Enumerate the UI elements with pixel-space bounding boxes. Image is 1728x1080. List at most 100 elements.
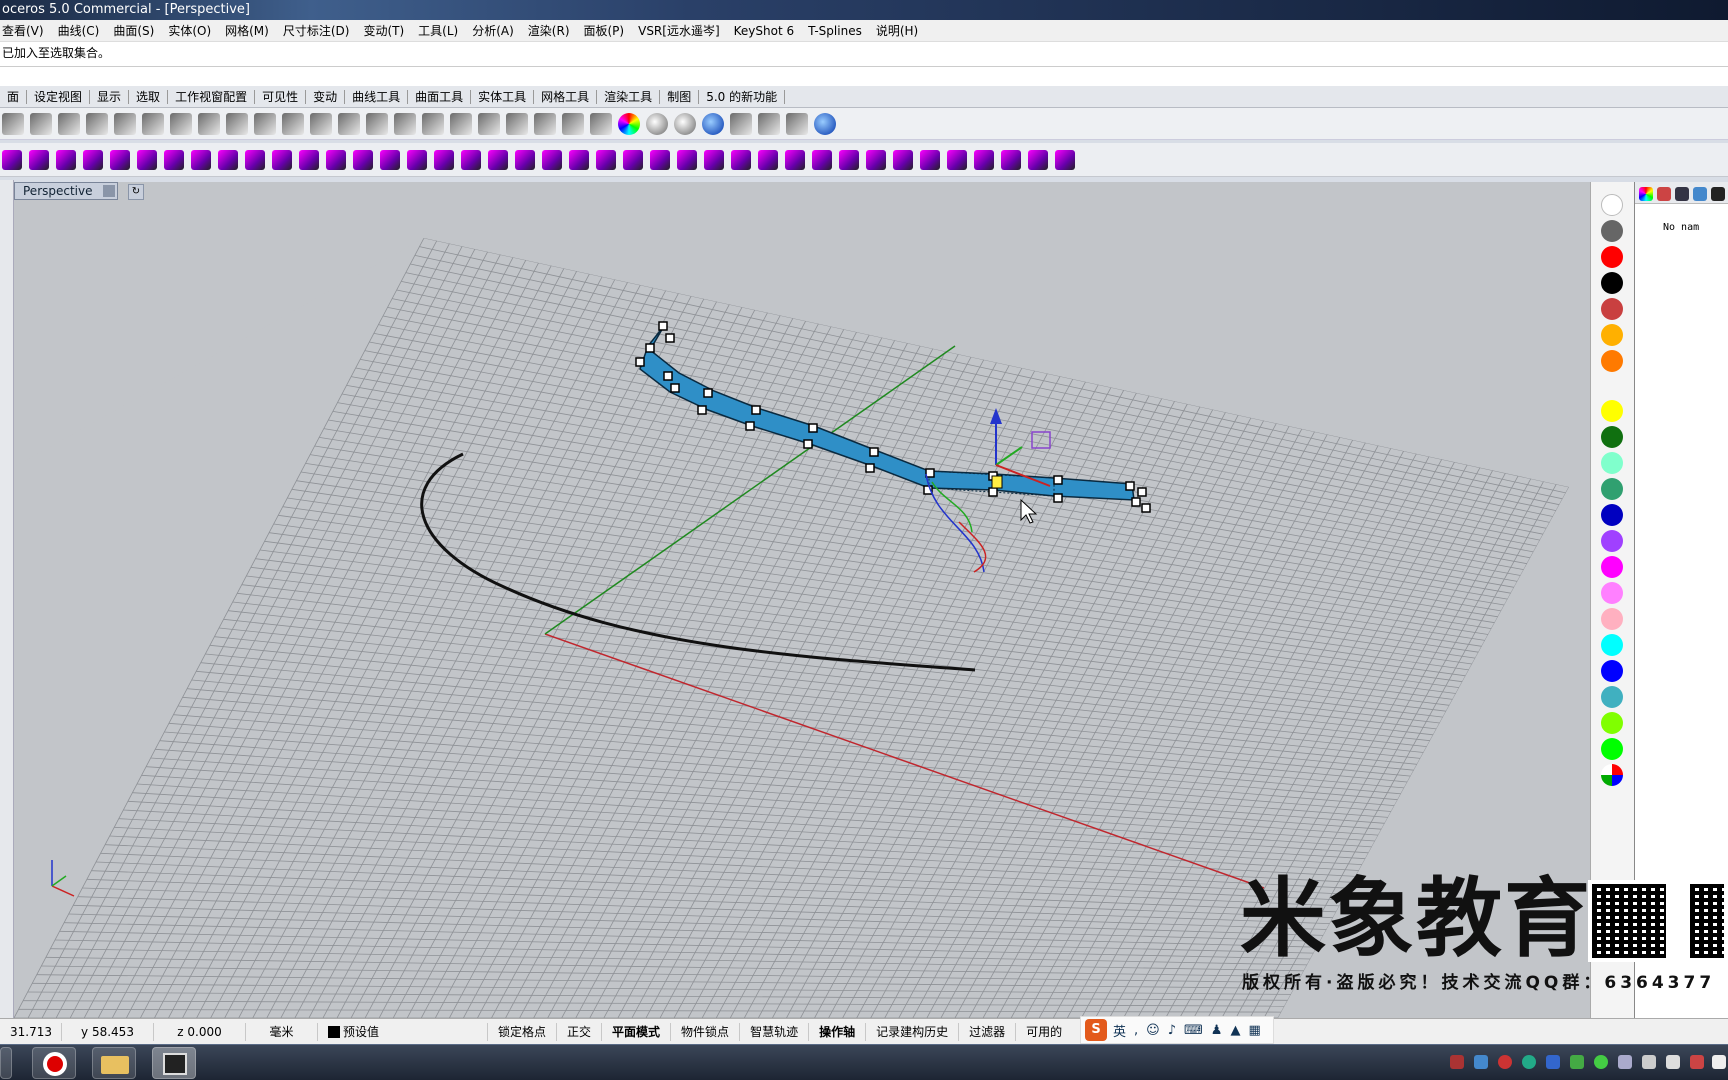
match-tool-icon[interactable] — [434, 149, 454, 170]
layer-row[interactable]: No nam — [1663, 222, 1699, 233]
tab-select[interactable]: 选取 — [129, 89, 169, 104]
tab-drafting[interactable]: 制图 — [660, 89, 700, 104]
arch-tool-icon[interactable] — [218, 149, 238, 170]
blend-tool-icon[interactable] — [407, 149, 427, 170]
panel-tool-icon[interactable] — [515, 149, 535, 170]
material-icon[interactable] — [590, 112, 612, 135]
options-gear-icon[interactable] — [758, 112, 780, 135]
pointer-icon[interactable] — [730, 112, 752, 135]
solid-box-icon[interactable] — [1028, 149, 1048, 170]
color-swatch[interactable] — [1601, 582, 1623, 604]
blue-sphere-icon[interactable] — [702, 112, 724, 135]
loft-tool-icon[interactable] — [110, 149, 130, 170]
show-icon[interactable] — [506, 112, 528, 135]
menu-item-panels[interactable]: 面板(P) — [584, 22, 625, 39]
four-viewports-icon[interactable] — [394, 112, 416, 135]
color-swatch[interactable] — [1601, 712, 1623, 734]
color-swatch[interactable] — [1601, 246, 1623, 268]
toggle-osnap[interactable]: 物件锁点 — [671, 1022, 741, 1041]
toggle-filter[interactable]: 过滤器 — [959, 1022, 1017, 1041]
user-icon[interactable]: ♟ — [1211, 1023, 1223, 1038]
record-app-icon[interactable] — [32, 1047, 76, 1079]
color-swatch[interactable] — [1601, 194, 1623, 216]
sweep2-tool-icon[interactable] — [191, 149, 211, 170]
copy-icon[interactable] — [114, 112, 136, 135]
gear-tool-icon[interactable] — [1055, 149, 1075, 170]
rendered-sphere-icon[interactable] — [674, 112, 696, 135]
zoom-dynamic-icon[interactable] — [282, 112, 304, 135]
tray-icon-1[interactable] — [1450, 1055, 1464, 1069]
viewport-menu-arrow-icon[interactable] — [102, 185, 115, 197]
rotate-view-icon[interactable] — [226, 112, 248, 135]
tab-set-view[interactable]: 设定视图 — [27, 89, 91, 104]
rhino-app-icon[interactable] — [152, 1047, 196, 1079]
undo-view-icon[interactable] — [366, 112, 388, 135]
gumball-icon[interactable] — [758, 149, 778, 170]
tab-surface-tools[interactable]: 曲面工具 — [408, 89, 472, 104]
rotate-tool-icon[interactable] — [839, 149, 859, 170]
cut-icon[interactable] — [86, 112, 108, 135]
grid-tool-icon[interactable] — [488, 149, 508, 170]
light-icon[interactable] — [534, 112, 556, 135]
toggle-record-history[interactable]: 记录建构历史 — [866, 1022, 960, 1041]
toggle-gumball[interactable]: 操作轴 — [809, 1022, 867, 1041]
viewport-options-icon[interactable]: ↻ — [128, 184, 144, 200]
surface-tool-icon[interactable] — [2, 149, 22, 170]
menu-item-dimension[interactable]: 尺寸标注(D) — [283, 22, 350, 39]
tab-display[interactable]: 显示 — [90, 89, 130, 104]
color-swatch[interactable] — [1601, 452, 1623, 474]
color-swatch[interactable] — [1601, 400, 1623, 422]
network-icon[interactable] — [1642, 1055, 1656, 1069]
menu-item-view[interactable]: 查看(V) — [2, 22, 44, 39]
hide-icon[interactable] — [478, 112, 500, 135]
color-swatch[interactable] — [1601, 660, 1623, 682]
unroll-tool-icon[interactable] — [920, 149, 940, 170]
tray-icon-6[interactable] — [1570, 1055, 1584, 1069]
edge-tool-icon[interactable] — [542, 149, 562, 170]
fillet-tool-icon[interactable] — [245, 149, 265, 170]
paste-icon[interactable] — [142, 112, 164, 135]
display-icon[interactable] — [1675, 187, 1689, 201]
color-wheel-icon[interactable] — [1639, 187, 1653, 201]
color-swatch[interactable] — [1601, 220, 1623, 242]
tab-curve-tools[interactable]: 曲线工具 — [345, 89, 409, 104]
tray-icon-8[interactable] — [1618, 1055, 1632, 1069]
new-file-icon[interactable] — [2, 112, 24, 135]
tab-viewport-layout[interactable]: 工作视窗配置 — [168, 89, 256, 104]
flow-tool-icon[interactable] — [569, 149, 589, 170]
color-swatch[interactable] — [1601, 530, 1623, 552]
volume-icon[interactable] — [1712, 1055, 1726, 1069]
explode-tool-icon[interactable] — [1001, 149, 1021, 170]
cage-tool-icon[interactable] — [704, 149, 724, 170]
eye-icon[interactable] — [450, 112, 472, 135]
color-swatch[interactable] — [1601, 298, 1623, 320]
emoji-icon[interactable]: ☺ — [1146, 1023, 1160, 1038]
menu-item-help[interactable]: 说明(H) — [876, 22, 918, 39]
extrude-tool-icon[interactable] — [83, 149, 103, 170]
zoom-window-icon[interactable] — [254, 112, 276, 135]
help-icon[interactable] — [814, 112, 836, 135]
toggle-smarttrack[interactable]: 智慧轨迹 — [740, 1022, 810, 1041]
menu-item-solid[interactable]: 实体(O) — [168, 22, 211, 39]
menu-item-tools[interactable]: 工具(L) — [418, 22, 458, 39]
tab-mesh-tools[interactable]: 网格工具 — [534, 89, 598, 104]
mirror-tool-icon[interactable] — [785, 149, 805, 170]
layer-icon[interactable] — [1657, 187, 1671, 201]
menu-item-render[interactable]: 渲染(R) — [528, 22, 570, 39]
tab-render-tools[interactable]: 渲染工具 — [597, 89, 661, 104]
taper-tool-icon[interactable] — [677, 149, 697, 170]
color-swatch[interactable] — [1601, 686, 1623, 708]
tray-icon-10[interactable] — [1666, 1055, 1680, 1069]
save-icon[interactable] — [30, 112, 52, 135]
file-explorer-icon[interactable] — [92, 1047, 136, 1079]
ime-mode[interactable]: 英 — [1113, 1021, 1126, 1040]
microphone-icon[interactable]: ♪ — [1168, 1023, 1176, 1038]
toolbox-icon[interactable]: ▦ — [1248, 1023, 1260, 1038]
contour-tool-icon[interactable] — [893, 149, 913, 170]
bend-tool-icon[interactable] — [650, 149, 670, 170]
menu-item-curve[interactable]: 曲线(C) — [58, 22, 100, 39]
control-points-icon[interactable] — [731, 149, 751, 170]
lock-icon[interactable] — [562, 112, 584, 135]
undo-icon[interactable] — [170, 112, 192, 135]
viewport-title-tab[interactable]: Perspective — [14, 182, 118, 200]
